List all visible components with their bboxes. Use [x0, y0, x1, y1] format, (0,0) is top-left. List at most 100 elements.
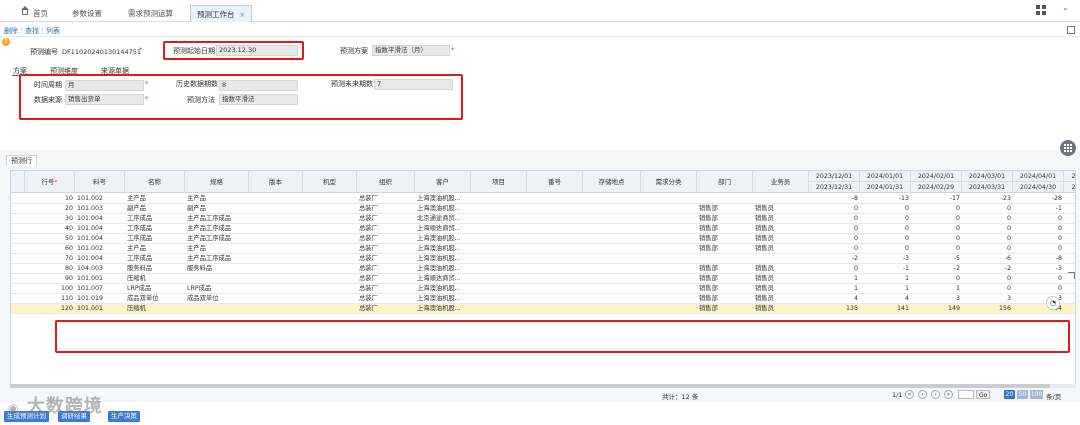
- forecast-value-cell[interactable]: 0: [911, 204, 962, 213]
- column-header[interactable]: 业务员: [753, 171, 809, 193]
- forecast-value-cell[interactable]: 0: [809, 244, 860, 253]
- forecast-value-cell[interactable]: 0: [911, 234, 962, 243]
- forecast-value-cell[interactable]: -13: [860, 194, 911, 203]
- forecast-value-cell[interactable]: 0: [1013, 244, 1064, 253]
- last-page-icon[interactable]: »: [944, 390, 953, 399]
- column-header[interactable]: 版本: [249, 171, 303, 193]
- table-row[interactable]: 70 101.004 工序成品 主产品工序成品 总装厂 上海澳油机股... -2 -3 -5 -6…: [11, 254, 1075, 264]
- close-icon[interactable]: ×: [240, 11, 246, 19]
- go-button[interactable]: Go: [976, 390, 991, 399]
- table-row[interactable]: 40 101.004 工序成品 主产品工序成品 总装厂 上海顺达商贸... 销售部 销售员 0 0…: [11, 224, 1075, 234]
- table-row[interactable]: 90 101.001 压缩机 总装厂 上海顺达商贸... 销售部 销售员 1 1 0 0 0: [11, 274, 1075, 284]
- forecast-value-cell[interactable]: 0: [809, 264, 860, 273]
- period-header-from[interactable]: 2024/03/01: [962, 171, 1013, 182]
- forecast-value-cell[interactable]: -2: [962, 264, 1013, 273]
- forecast-value-cell[interactable]: 0: [860, 234, 911, 243]
- column-header[interactable]: 需求分类: [641, 171, 697, 193]
- column-header[interactable]: 名称: [125, 171, 185, 193]
- forecast-value-cell[interactable]: 0: [962, 284, 1013, 293]
- forecast-value-cell[interactable]: 156: [962, 304, 1013, 313]
- column-header[interactable]: 料号: [75, 171, 125, 193]
- column-header[interactable]: 存储地点: [583, 171, 641, 193]
- plan-field[interactable]: 指数平滑法（月）: [372, 45, 450, 56]
- forecast-value-cell[interactable]: 149: [911, 304, 962, 313]
- table-row[interactable]: 30 101.004 工序成品 主产品工序成品 总装厂 北京通途商贸... 销售部 销售员 0 0…: [11, 214, 1075, 224]
- forecast-value-cell[interactable]: 0: [860, 204, 911, 213]
- warning-icon[interactable]: !: [2, 38, 10, 46]
- home-icon[interactable]: [21, 6, 29, 15]
- forecast-value-cell[interactable]: 0: [962, 244, 1013, 253]
- forecast-value-cell[interactable]: 0: [962, 274, 1013, 283]
- period-header-to[interactable]: 2024/04/30: [1013, 182, 1064, 193]
- find-link[interactable]: 查找: [25, 26, 39, 36]
- forecast-value-cell[interactable]: 0: [911, 244, 962, 253]
- forecast-value-cell[interactable]: -3: [1013, 264, 1064, 273]
- forecast-value-cell[interactable]: 1: [860, 284, 911, 293]
- forecast-value-cell[interactable]: 0: [860, 214, 911, 223]
- forecast-value-cell[interactable]: -1: [860, 264, 911, 273]
- forecast-value-cell[interactable]: 4: [860, 294, 911, 303]
- table-row[interactable]: 10 101.002 主产品 主产品 总装厂 上海澳油机股... -8 -13 -17 -23 -2…: [11, 194, 1075, 204]
- forecast-value-cell[interactable]: -2: [911, 264, 962, 273]
- forecast-value-cell[interactable]: -8: [1013, 254, 1064, 263]
- page-size-20[interactable]: 20: [1004, 390, 1015, 399]
- table-row[interactable]: 120 101.001 压缩机 总装厂 上海澳油机股... 销售部 销售员 135 141 149…: [11, 304, 1075, 314]
- tab-parameter-settings[interactable]: 参数设置: [72, 5, 102, 22]
- forecast-value-cell[interactable]: 1: [911, 284, 962, 293]
- grid-select-header[interactable]: [11, 171, 25, 193]
- table-row[interactable]: 50 101.004 工序成品 主产品工序成品 总装厂 上海澳油机股... 销售部 销售员 0 0…: [11, 234, 1075, 244]
- page-size-100[interactable]: 100: [1030, 390, 1043, 399]
- forecast-value-cell[interactable]: 0: [911, 274, 962, 283]
- next-page-icon[interactable]: ›: [931, 390, 940, 399]
- forecast-value-cell[interactable]: 135: [809, 304, 860, 313]
- forecast-value-cell[interactable]: -28: [1013, 194, 1064, 203]
- chevron-down-icon[interactable]: ⌄: [1062, 3, 1069, 12]
- table-row[interactable]: 20 101.003 副产品 副产品 总装厂 上海澳油机股... 销售部 销售员 0 0 0 0 -1: [11, 204, 1075, 214]
- forecast-value-cell[interactable]: 141: [860, 304, 911, 313]
- period-header-to[interactable]: 2024/03/31: [962, 182, 1013, 193]
- forecast-value-cell[interactable]: -6: [962, 254, 1013, 263]
- forecast-value-cell[interactable]: -5: [911, 254, 962, 263]
- forecast-value-cell[interactable]: 4: [809, 294, 860, 303]
- forecast-value-cell[interactable]: -8: [809, 194, 860, 203]
- side-expand-icon[interactable]: [1068, 272, 1075, 279]
- forecast-value-cell[interactable]: 0: [809, 224, 860, 233]
- forecast-value-cell[interactable]: 0: [809, 214, 860, 223]
- table-row[interactable]: 100 101.007 LRP成品 LRP成品 总装厂 上海澳油机股... 销售部 销售员 1 1…: [11, 284, 1075, 294]
- column-header[interactable]: 部门: [697, 171, 753, 193]
- forecast-value-cell[interactable]: 1: [809, 274, 860, 283]
- production-decision-button[interactable]: 生产决策: [108, 411, 140, 422]
- tab-forecast-workbench[interactable]: 预测工作台 ×: [190, 5, 253, 22]
- delete-link[interactable]: 删除: [4, 26, 18, 36]
- forecast-value-cell[interactable]: -1: [1013, 204, 1064, 213]
- period-header-to[interactable]: 2024/01/31: [860, 182, 911, 193]
- column-header[interactable]: 客户: [415, 171, 471, 193]
- table-row[interactable]: 60 101.002 主产品 主产品 总装厂 上海澳油机股... 销售部 销售员 0 0 0 0 0: [11, 244, 1075, 254]
- column-header[interactable]: 项目: [471, 171, 527, 193]
- forecast-value-cell[interactable]: 0: [1013, 284, 1064, 293]
- period-header-from[interactable]: 2023/12/01: [809, 171, 860, 182]
- forecast-value-cell[interactable]: 0: [911, 214, 962, 223]
- forecast-value-cell[interactable]: -2: [809, 254, 860, 263]
- forecast-value-cell[interactable]: 0: [962, 214, 1013, 223]
- forecast-value-cell[interactable]: -23: [962, 194, 1013, 203]
- column-header[interactable]: 机型: [303, 171, 357, 193]
- forecast-value-cell[interactable]: 0: [911, 224, 962, 233]
- prev-page-icon[interactable]: ‹: [918, 390, 927, 399]
- forecast-value-cell[interactable]: 1: [809, 284, 860, 293]
- column-header[interactable]: 组织: [357, 171, 415, 193]
- tab-demand-forecast-calc[interactable]: 需求预测运算: [128, 5, 173, 22]
- table-row[interactable]: 110 101.019 成品双单位 成品双单位 总装厂 上海澳油机股... 销售部 销售员 4 4…: [11, 294, 1075, 304]
- period-header-from[interactable]: 2: [1064, 171, 1075, 182]
- period-header-from[interactable]: 2024/02/01: [911, 171, 962, 182]
- forecast-value-cell[interactable]: 3: [962, 294, 1013, 303]
- expand-icon[interactable]: [1067, 26, 1075, 34]
- forecast-value-cell[interactable]: 0: [809, 204, 860, 213]
- forecast-value-cell[interactable]: -17: [911, 194, 962, 203]
- forecast-value-cell[interactable]: 0: [962, 204, 1013, 213]
- chat-icon[interactable]: ◔: [1046, 296, 1060, 310]
- list-link[interactable]: 列表: [46, 26, 60, 36]
- forecast-value-cell[interactable]: 0: [809, 234, 860, 243]
- forecast-value-cell[interactable]: 0: [860, 244, 911, 253]
- tab-home[interactable]: 首页: [33, 5, 48, 22]
